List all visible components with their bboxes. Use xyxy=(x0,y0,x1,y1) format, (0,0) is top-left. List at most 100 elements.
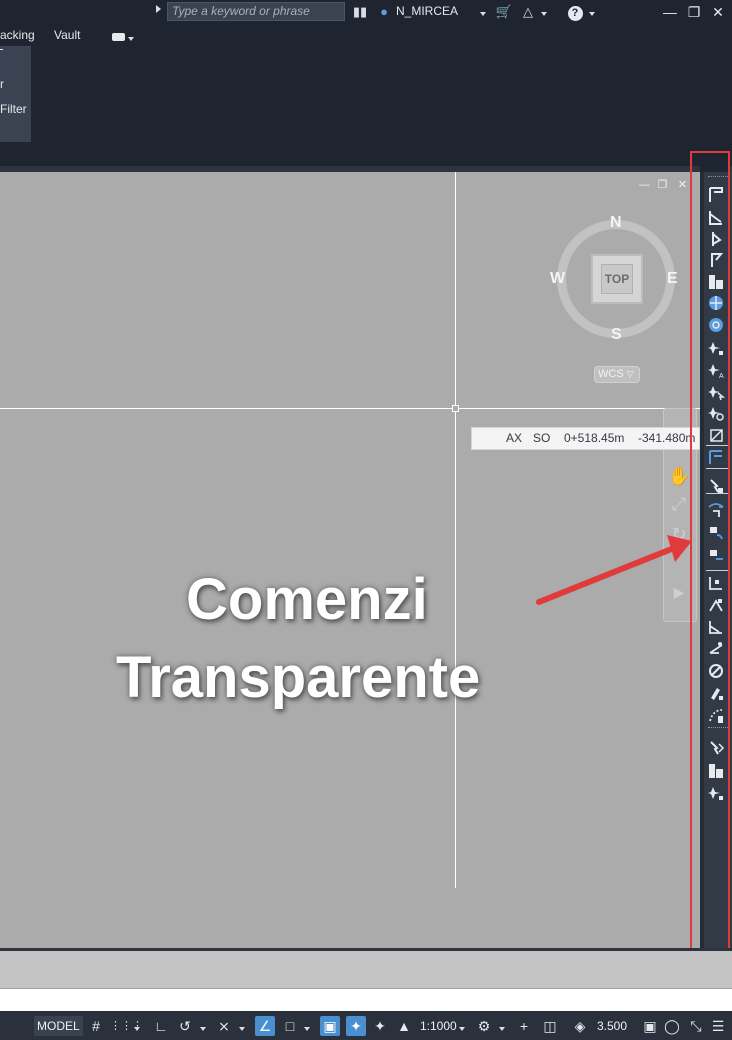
deflection-icon[interactable] xyxy=(707,523,725,541)
command-line-input[interactable] xyxy=(0,988,732,1011)
orbit-icon[interactable]: ↻ xyxy=(668,523,690,545)
distance-tool-icon[interactable] xyxy=(707,706,725,724)
ucs-menu[interactable]: WCS ▽ xyxy=(594,366,640,383)
a360-menu-chevron-icon[interactable] xyxy=(539,3,549,20)
layer-icon[interactable]: ◈ xyxy=(570,1016,590,1036)
lock-ui-icon[interactable]: ▣ xyxy=(640,1016,660,1036)
osnap-menu-chevron-icon[interactable] xyxy=(301,1016,313,1036)
tab-tracking[interactable]: acking xyxy=(0,28,35,42)
object-snap-icon[interactable]: □ xyxy=(280,1016,300,1036)
workspace-menu-chevron-icon[interactable] xyxy=(496,1016,508,1036)
annotation-scale-value[interactable]: 1:1000 xyxy=(420,1016,457,1036)
tooltip-offset: -341.480m xyxy=(638,431,696,445)
scale-menu-chevron-icon[interactable] xyxy=(456,1016,468,1036)
isometric-icon[interactable]: ⨯ xyxy=(214,1016,234,1036)
expand-arrow-icon[interactable] xyxy=(156,5,161,13)
user-icon[interactable]: ● xyxy=(376,3,392,20)
restore-icon[interactable]: ❐ xyxy=(684,2,704,22)
isolate-objects-icon[interactable]: ◯ xyxy=(662,1016,682,1036)
grid-northing-icon[interactable] xyxy=(707,596,725,614)
autodesk-a360-icon[interactable]: △ xyxy=(520,3,536,20)
annotation-scale-icon[interactable]: ▲ xyxy=(394,1016,414,1036)
station-offset-icon[interactable] xyxy=(707,186,725,204)
object-pick-icon[interactable] xyxy=(707,684,725,702)
palette-grip[interactable] xyxy=(708,176,728,179)
model-space-button[interactable]: MODEL xyxy=(34,1016,83,1036)
palette-grip[interactable] xyxy=(708,727,728,730)
compass-south[interactable]: S xyxy=(611,326,622,344)
bearing-distance-icon[interactable] xyxy=(707,546,725,564)
point-find-icon[interactable] xyxy=(707,404,725,422)
ribbon-options-icon[interactable] xyxy=(112,30,135,44)
customization-menu-icon[interactable]: ☰ xyxy=(708,1016,728,1036)
station-elevation-icon[interactable] xyxy=(707,230,725,248)
auto-scale-icon[interactable]: ✦ xyxy=(370,1016,390,1036)
tooltip-field-so: SO xyxy=(533,431,551,445)
iso-menu-chevron-icon[interactable] xyxy=(236,1016,248,1036)
profile-grade-icon[interactable] xyxy=(707,448,725,466)
grid-globe-icon[interactable] xyxy=(707,316,725,334)
search-input[interactable]: Type a keyword or phrase xyxy=(167,2,345,21)
fullscreen-icon[interactable]: ⤡ xyxy=(686,1016,706,1036)
units-icon[interactable]: ◫ xyxy=(540,1016,560,1036)
panel-item-filter[interactable]: Filter xyxy=(0,102,27,116)
panel-item-layer[interactable]: r xyxy=(0,77,4,91)
viewport-minimize-icon[interactable]: — xyxy=(639,180,650,191)
close-icon[interactable]: ✕ xyxy=(708,2,728,22)
grid-icon[interactable]: # xyxy=(86,1016,106,1036)
zoom-icon[interactable]: ⤢ xyxy=(668,493,690,515)
minimize-icon[interactable]: — xyxy=(660,2,680,22)
point-name-icon[interactable]: A xyxy=(707,361,725,379)
lineweight-display-icon[interactable]: ▣ xyxy=(320,1016,340,1036)
point-star-icon[interactable] xyxy=(707,784,725,802)
select-point-icon[interactable] xyxy=(707,477,725,495)
azimuth-icon[interactable] xyxy=(707,639,725,657)
object-snap-tracking-icon[interactable]: ∠ xyxy=(255,1016,275,1036)
lineweight-value[interactable]: 3.500 xyxy=(597,1016,627,1036)
zone-globe-icon[interactable] xyxy=(707,294,725,312)
snap-menu-chevron-icon[interactable] xyxy=(131,1016,143,1036)
table-icon[interactable] xyxy=(707,762,725,780)
help-icon[interactable]: ? xyxy=(566,3,584,21)
showmotion-icon[interactable]: ▶ xyxy=(668,581,690,603)
tab-vault[interactable]: Vault xyxy=(54,28,80,42)
ribbon-panel: r Filter xyxy=(0,46,31,142)
angle-distance-icon[interactable] xyxy=(707,501,725,519)
viewport-close-icon[interactable]: ✕ xyxy=(677,180,688,191)
latitude-icon[interactable] xyxy=(707,618,725,636)
tooltip-station: 0+518.45m xyxy=(564,431,625,445)
side-shot-icon[interactable] xyxy=(707,427,725,445)
polar-tracking-icon[interactable]: ↺ xyxy=(175,1016,195,1036)
help-menu-chevron-icon[interactable] xyxy=(587,3,597,20)
user-name[interactable]: N_MIRCEA xyxy=(396,4,458,19)
drawing-canvas[interactable]: — ❐ ✕ N S E W TOP WCS ▽ ✋ ⤢ ↻ ▶ AX SO 0+… xyxy=(0,172,700,948)
filter-object-icon[interactable] xyxy=(707,739,725,757)
workspace-gear-icon[interactable]: ⚙ xyxy=(474,1016,494,1036)
crosshair-horizontal xyxy=(0,408,700,409)
compass-north[interactable]: N xyxy=(610,214,622,232)
point-object-icon[interactable] xyxy=(707,383,725,401)
palette-separator xyxy=(706,570,728,571)
status-bar: MODEL # ⋮⋮⋮ ∟ ↺ ⨯ ∠ □ ▣ ✦ ✦ ▲ 1:1000 ⚙ +… xyxy=(0,1011,732,1040)
profile-station-icon[interactable] xyxy=(707,208,725,226)
ortho-icon[interactable]: ∟ xyxy=(151,1016,171,1036)
pan-hand-icon[interactable]: ✋ xyxy=(668,465,690,487)
snap-icon[interactable]: ⋮⋮⋮ xyxy=(110,1016,143,1036)
annotation-monitor-icon[interactable]: + xyxy=(514,1016,534,1036)
user-menu-chevron-icon[interactable] xyxy=(478,3,488,20)
point-number-icon[interactable] xyxy=(707,339,725,357)
binoculars-icon[interactable]: ▮▮ xyxy=(352,3,368,20)
direction-icon[interactable] xyxy=(707,662,725,680)
cart-icon[interactable]: 🛒 xyxy=(495,3,513,20)
crosshair-vertical xyxy=(455,172,456,888)
compass-east[interactable]: E xyxy=(667,270,678,288)
polar-menu-chevron-icon[interactable] xyxy=(197,1016,209,1036)
annotation-visibility-icon[interactable]: ✦ xyxy=(346,1016,366,1036)
object-list-icon[interactable] xyxy=(707,273,725,291)
viewcube-top-face[interactable]: TOP xyxy=(601,264,633,294)
northing-easting-icon[interactable] xyxy=(707,574,725,592)
viewport-restore-icon[interactable]: ❐ xyxy=(657,180,668,191)
point-flag-icon[interactable] xyxy=(707,251,725,269)
compass-west[interactable]: W xyxy=(550,270,565,288)
viewcube[interactable]: TOP xyxy=(591,254,643,304)
